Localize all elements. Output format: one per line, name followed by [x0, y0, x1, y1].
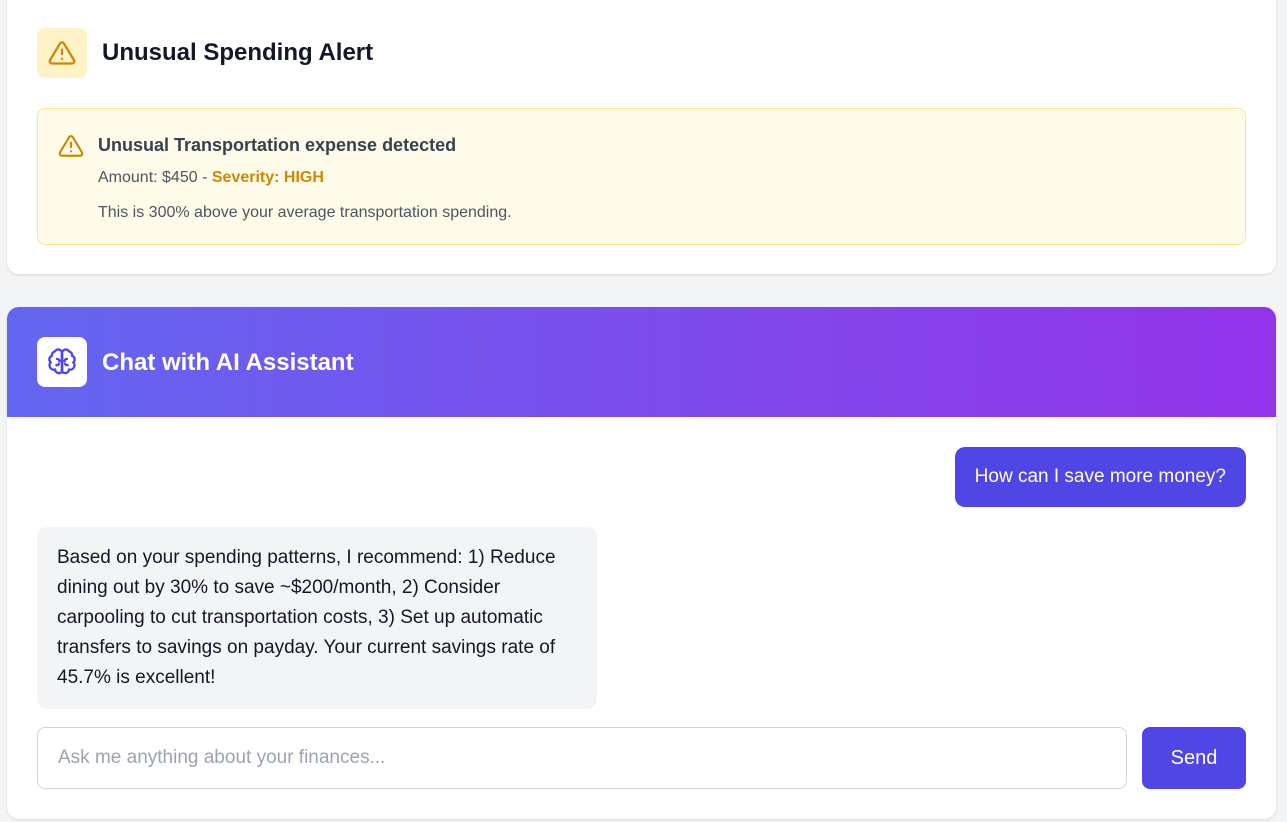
alert-card-title: Unusual Spending Alert — [102, 39, 374, 66]
alert-item: Unusual Transportation expense detected … — [37, 108, 1246, 245]
chat-card-title: Chat with AI Assistant — [102, 349, 354, 376]
severity-label: Severity: HIGH — [211, 169, 324, 186]
warning-icon-badge — [37, 28, 87, 78]
alert-amount-label: Amount: $450 - — [98, 169, 212, 186]
spending-alert-card: Unusual Spending Alert Unusual Transport… — [7, 0, 1276, 274]
alert-header: Unusual Spending Alert — [37, 28, 373, 78]
alert-amount: Amount: $450 - Severity: HIGH — [98, 169, 324, 187]
chat-card: Chat with AI Assistant How can I save mo… — [7, 307, 1276, 819]
chat-input[interactable] — [37, 727, 1127, 789]
brain-icon-badge — [37, 337, 87, 387]
send-button[interactable]: Send — [1142, 727, 1246, 789]
warning-triangle-icon — [58, 135, 84, 157]
assistant-message: Based on your spending patterns, I recom… — [37, 527, 597, 709]
chat-header: Chat with AI Assistant — [7, 307, 1276, 417]
brain-icon — [48, 348, 76, 375]
warning-triangle-icon — [48, 41, 76, 65]
alert-description: This is 300% above your average transpor… — [98, 204, 512, 221]
alert-item-title: Unusual Transportation expense detected — [98, 135, 457, 155]
user-message: How can I save more money? — [954, 447, 1246, 507]
